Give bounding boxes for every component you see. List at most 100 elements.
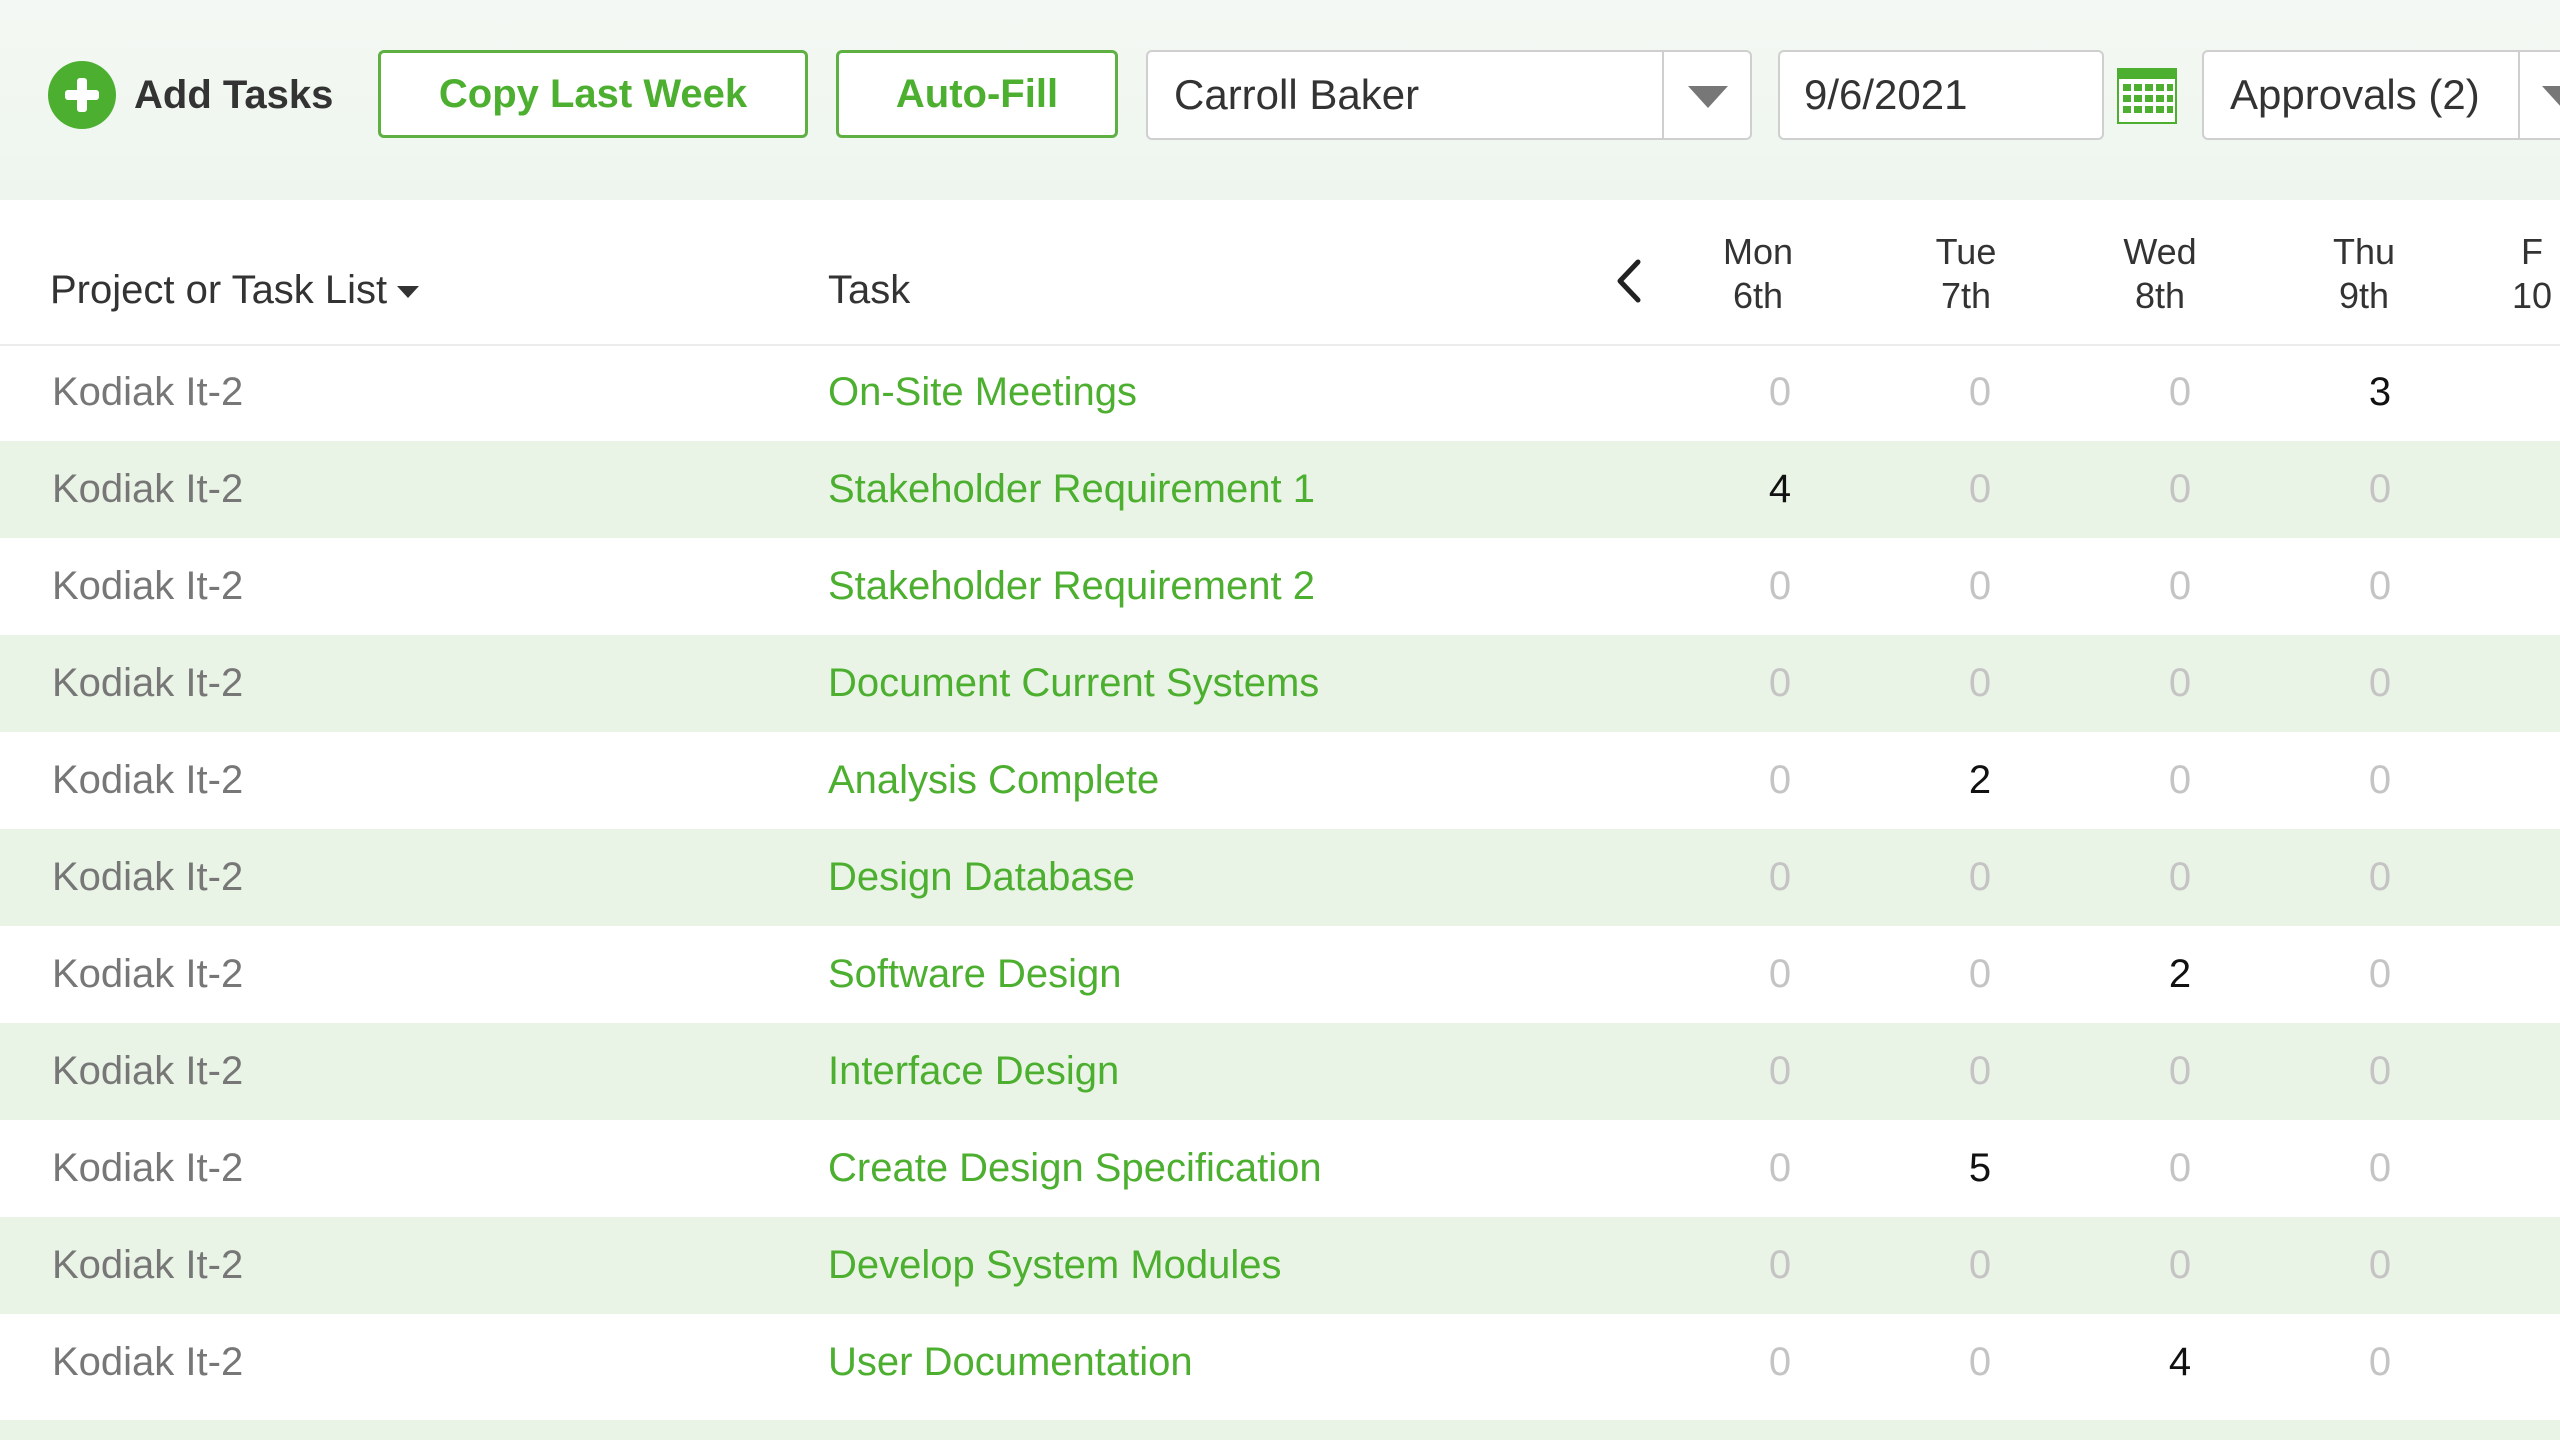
chevron-left-icon[interactable] <box>1610 256 1650 306</box>
hours-cell[interactable]: 0 <box>2320 538 2440 635</box>
hours-cell[interactable]: 0 <box>2320 732 2440 829</box>
task-link[interactable]: Develop System Modules <box>828 1217 1282 1314</box>
hours-cell[interactable]: 0 <box>1720 1023 1840 1120</box>
select-divider <box>2518 52 2520 138</box>
hours-cell[interactable]: 0 <box>1920 538 2040 635</box>
task-link[interactable]: User Documentation <box>828 1314 1193 1411</box>
project-cell: Kodiak It-2 <box>52 1243 244 1287</box>
task-link[interactable]: Document Current Systems <box>828 635 1319 732</box>
hours-cell[interactable]: 0 <box>1920 1217 2040 1314</box>
hours-cell[interactable]: 2 <box>1920 732 2040 829</box>
hours-cell[interactable]: 0 <box>2320 926 2440 1023</box>
hours-cell[interactable]: 0 <box>2320 1120 2440 1217</box>
user-select[interactable]: Carroll Baker <box>1146 50 1752 140</box>
project-column-header[interactable]: Project or Task List <box>50 268 420 313</box>
table-row: Kodiak It-2 Create Design Specification 0 5… <box>0 1120 2560 1217</box>
hours-cell[interactable]: 0 <box>2120 1023 2240 1120</box>
table-row: Kodiak It-2 Analysis Complete 0 2 0 0 <box>0 732 2560 829</box>
hours-cell[interactable]: 0 <box>1720 926 1840 1023</box>
hours-cell[interactable]: 0 <box>1920 1314 2040 1411</box>
table-row: Kodiak It-2 Stakeholder Requirement 20000 <box>0 538 2560 635</box>
hours-cell[interactable]: 0 <box>1920 926 2040 1023</box>
hours-cell[interactable]: 0 <box>2320 635 2440 732</box>
hours-cell[interactable]: 0 <box>1920 1023 2040 1120</box>
day-date: 6th <box>1732 275 1784 316</box>
table-row: Kodiak It-2 Software Design 0 0 2 0 <box>0 926 2560 1023</box>
task-link[interactable]: Interface Design <box>828 1023 1119 1120</box>
hours-cell[interactable]: 0 <box>2320 1023 2440 1120</box>
hours-cell[interactable]: 0 <box>1720 829 1840 926</box>
hours-cell[interactable]: 2 <box>2120 926 2240 1023</box>
task-link[interactable]: Create Design Specification <box>828 1120 1322 1217</box>
hours-cell[interactable]: 0 <box>2120 732 2240 829</box>
day-date: 8th <box>2134 275 2186 316</box>
hours-cell[interactable]: 0 <box>1720 1314 1840 1411</box>
hours-cell[interactable]: 0 <box>2120 1217 2240 1314</box>
project-cell: Kodiak It-2 <box>52 1049 244 1093</box>
hours-cell[interactable]: 0 <box>2320 1314 2440 1411</box>
project-column-label: Project or Task List <box>50 268 388 312</box>
chevron-down-icon[interactable] <box>1688 86 1728 108</box>
day-date: 9th <box>2338 275 2390 316</box>
copy-last-week-button[interactable]: Copy Last Week <box>378 50 808 138</box>
next-row-strip <box>0 1420 2560 1440</box>
week-date-input[interactable]: 9/6/2021 <box>1778 50 2104 140</box>
hours-cell[interactable]: 4 <box>2120 1314 2240 1411</box>
hours-cell[interactable]: 0 <box>2320 829 2440 926</box>
task-column-header: Task <box>828 268 911 312</box>
hours-cell[interactable]: 0 <box>1720 1120 1840 1217</box>
day-date: 10 <box>2511 275 2553 316</box>
hours-cell[interactable]: 0 <box>1720 538 1840 635</box>
user-select-value: Carroll Baker <box>1174 71 1420 118</box>
hours-cell[interactable]: 0 <box>1920 344 2040 441</box>
project-cell: Kodiak It-2 <box>52 855 244 899</box>
hours-cell[interactable]: 4 <box>1720 441 1840 538</box>
approvals-select[interactable]: Approvals (2) <box>2202 50 2560 140</box>
table-row: Kodiak It-2 Document Current Systems 0 0 0 0 <box>0 635 2560 732</box>
task-link[interactable]: Analysis Complete <box>828 732 1159 829</box>
task-link[interactable]: Design Database <box>828 829 1135 926</box>
hours-cell[interactable]: 0 <box>1720 635 1840 732</box>
hours-cell[interactable]: 0 <box>2120 829 2240 926</box>
calendar-icon[interactable] <box>2117 68 2177 124</box>
table-row: Kodiak It-2 Develop System Modules 0 0 0 0 <box>0 1217 2560 1314</box>
task-link[interactable]: Stakeholder Requirement 2 <box>828 538 1315 635</box>
task-link[interactable]: Software Design <box>828 926 1121 1023</box>
hours-cell[interactable]: 0 <box>2320 1217 2440 1314</box>
hours-cell[interactable]: 0 <box>1920 829 2040 926</box>
auto-fill-button[interactable]: Auto-Fill <box>836 50 1118 138</box>
sort-caret-icon <box>397 286 420 299</box>
hours-cell[interactable]: 0 <box>2120 538 2240 635</box>
project-cell: Kodiak It-2 <box>52 1146 244 1190</box>
table-row: Kodiak It-2 Stakeholder Requirement 14000 <box>0 441 2560 538</box>
hours-cell[interactable]: 5 <box>1920 1120 2040 1217</box>
day-date: 7th <box>1940 275 1992 316</box>
hours-cell[interactable]: 0 <box>1720 1217 1840 1314</box>
hours-cell[interactable]: 0 <box>2120 344 2240 441</box>
day-header-tue: Tue 7th <box>1866 230 2066 318</box>
task-link[interactable]: Stakeholder Requirement 1 <box>828 441 1315 538</box>
hours-cell[interactable]: 0 <box>2320 441 2440 538</box>
task-link[interactable]: On-Site Meetings <box>828 344 1137 441</box>
table-row: Kodiak It-2 Interface Design 0 0 0 0 <box>0 1023 2560 1120</box>
add-tasks-label: Add Tasks <box>134 72 334 117</box>
hours-cell[interactable]: 0 <box>1720 344 1840 441</box>
hours-cell[interactable]: 0 <box>2120 635 2240 732</box>
hours-cell[interactable]: 0 <box>2120 441 2240 538</box>
hours-cell[interactable]: 3 <box>2320 344 2440 441</box>
project-cell: Kodiak It-2 <box>52 661 244 705</box>
table-row: Kodiak It-2 User Documentation 0 0 4 0 <box>0 1314 2560 1411</box>
week-date-value: 9/6/2021 <box>1804 71 1968 118</box>
hours-cell[interactable]: 0 <box>1920 441 2040 538</box>
project-cell: Kodiak It-2 <box>52 467 244 511</box>
hours-cell[interactable]: 0 <box>1720 732 1840 829</box>
project-cell: Kodiak It-2 <box>52 1340 244 1384</box>
day-name: Mon <box>1722 231 1794 272</box>
hours-cell[interactable]: 0 <box>2120 1120 2240 1217</box>
chevron-down-icon[interactable] <box>2542 86 2560 108</box>
hours-cell[interactable]: 0 <box>1920 635 2040 732</box>
table-row: Kodiak It-2 On-Site Meetings 0 0 0 3 <box>0 344 2560 441</box>
table-row: Kodiak It-2 Design Database 0 0 0 0 <box>0 829 2560 926</box>
add-tasks-button[interactable]: Add Tasks <box>48 60 333 130</box>
day-header-wed: Wed 8th <box>2060 230 2260 318</box>
